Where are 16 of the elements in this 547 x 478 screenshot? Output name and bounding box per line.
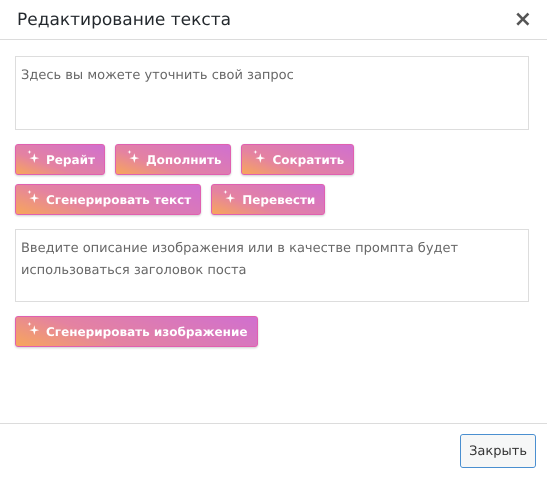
close-button[interactable]: Закрыть: [460, 434, 536, 468]
sparkle-icon: [27, 322, 40, 335]
sparkle-icon: [27, 150, 40, 163]
generate-image-button[interactable]: Сгенерировать изображение: [15, 316, 258, 347]
sparkle-icon: [253, 150, 266, 163]
ai-action-button[interactable]: Сгенерировать текст: [15, 184, 202, 215]
sparkle-icon: [27, 190, 40, 203]
ai-action-button[interactable]: Дополнить: [114, 144, 232, 175]
refine-field[interactable]: Здесь вы можете уточнить свой запрос: [15, 56, 529, 130]
dialog-title: Редактирование текста: [17, 10, 232, 30]
ai-action-button[interactable]: Сократить: [241, 144, 354, 175]
sparkle-icon: [126, 150, 140, 163]
sparkle-icon: [223, 190, 236, 203]
ai-action-button[interactable]: Перевести: [211, 184, 326, 215]
ai-action-button[interactable]: Рерайт: [15, 144, 105, 175]
image-prompt-field[interactable]: Введите описание изображения или в качестве промпта будет использоваться заголовок поста: [15, 229, 529, 302]
